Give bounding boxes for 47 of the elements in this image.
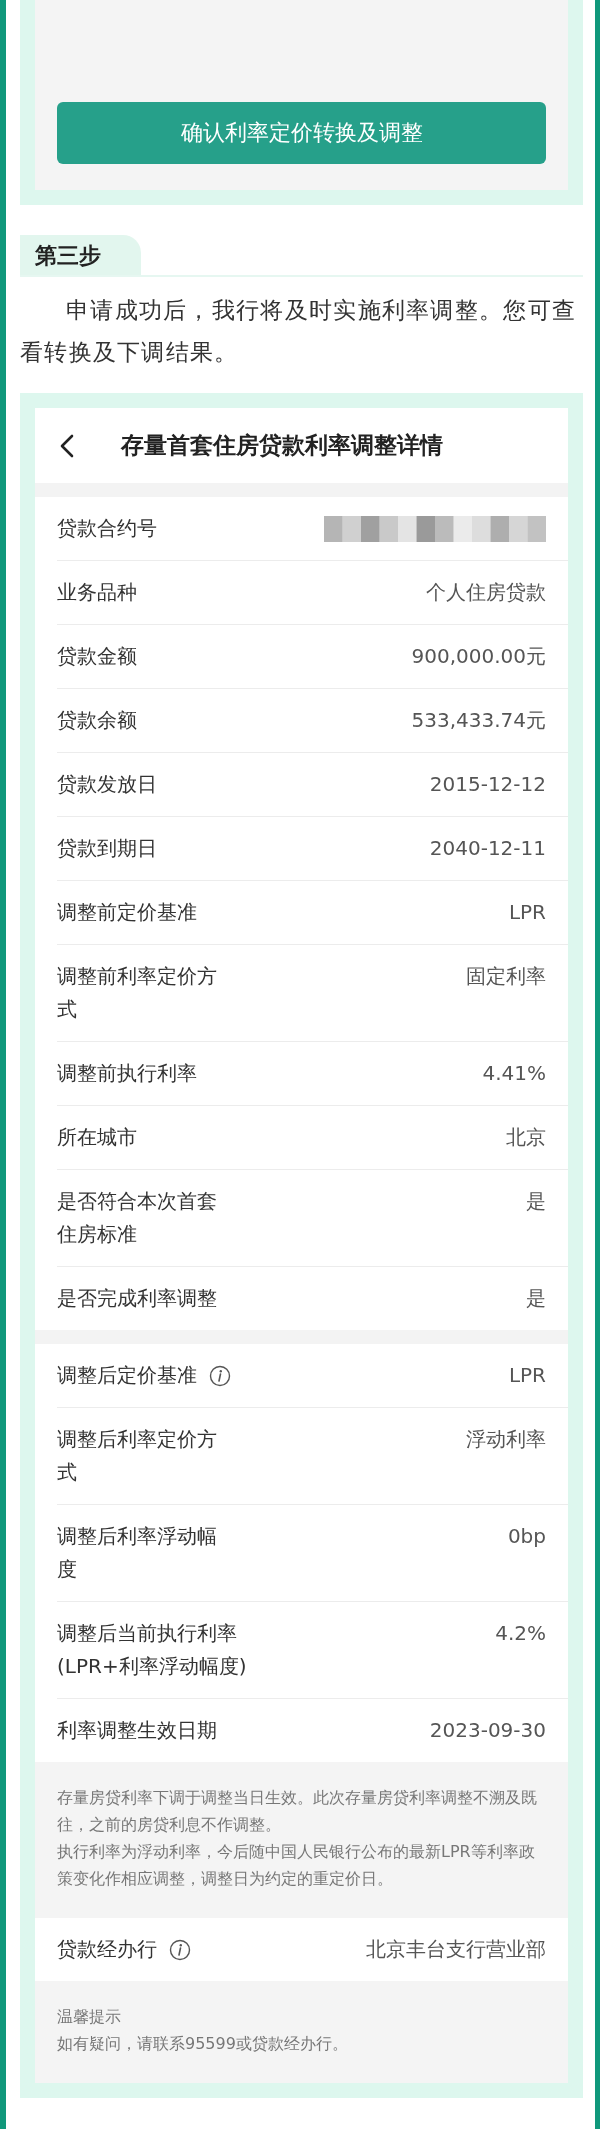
- field-value: 900,000.00元: [411, 643, 546, 670]
- field-label: 利率调整生效日期: [57, 1717, 217, 1744]
- field-label: (LPR+利率浮动幅度): [57, 1653, 247, 1680]
- field-value: LPR: [508, 1362, 546, 1389]
- step-label: 第三步: [20, 235, 141, 275]
- page-title: 存量首套住房贷款利率调整详情: [121, 431, 443, 460]
- field-value: 个人住房贷款: [426, 579, 546, 606]
- field-label: 贷款合约号: [57, 515, 157, 542]
- field-value: 北京: [506, 1124, 546, 1151]
- field-label: 调整后当前执行利率: [57, 1620, 237, 1647]
- note-text: 执行利率为浮动利率，今后随中国人民银行公布的最新LPR等利率政策变化作相应调整，调整日为约定的重定价日。: [57, 1841, 536, 1890]
- field-value: 北京丰台支行营业部: [366, 1936, 546, 1963]
- step-description: 申请成功后，我行将及时实施利率调整。您可查看转换及下调结果。: [20, 296, 578, 367]
- field-label: 调整后利率定价方式: [57, 1426, 218, 1486]
- back-icon[interactable]: [60, 433, 74, 458]
- field-value: 533,433.74元: [411, 707, 546, 734]
- field-label: 业务品种: [57, 579, 137, 606]
- info-icon[interactable]: [209, 1364, 231, 1387]
- field-label: 贷款到期日: [57, 835, 157, 862]
- field-value: 4.2%: [495, 1620, 546, 1647]
- field-label: 是否完成利率调整: [57, 1285, 217, 1312]
- field-value: LPR: [508, 899, 546, 926]
- field-label: 贷款经办行: [57, 1936, 157, 1963]
- note-text: 温馨提示: [57, 2006, 122, 2028]
- field-label: 贷款发放日: [57, 771, 157, 798]
- field-label: 贷款余额: [57, 707, 137, 734]
- field-label: 调整前利率定价方式: [57, 963, 218, 1023]
- field-value: 2040-12-11: [429, 835, 546, 862]
- field-value: 是: [526, 1285, 546, 1312]
- field-value: 0bp: [507, 1523, 546, 1550]
- field-label: 贷款金额: [57, 643, 137, 670]
- field-value: 固定利率: [466, 963, 546, 990]
- field-value: 2015-12-12: [429, 771, 546, 798]
- field-value: 是: [526, 1188, 546, 1215]
- field-value: 浮动利率: [466, 1426, 546, 1453]
- info-icon[interactable]: [169, 1938, 191, 1961]
- field-value: 4.41%: [482, 1060, 546, 1087]
- field-label: 所在城市: [57, 1124, 137, 1151]
- field-value: 2023-09-30: [429, 1717, 546, 1744]
- field-label: 调整前执行利率: [57, 1060, 197, 1087]
- confirm-button[interactable]: 确认利率定价转换及调整: [57, 102, 546, 164]
- note-text: 如有疑问，请联系95599或贷款经办行。: [57, 2033, 349, 2055]
- note-text: 存量房贷利率下调于调整当日生效。此次存量房贷利率调整不溯及既往，之前的房贷利息不作调整。: [57, 1787, 538, 1836]
- field-label: 是否符合本次首套住房标准: [57, 1188, 218, 1248]
- field-label: 调整后定价基准: [57, 1362, 197, 1389]
- field-label: 调整后利率浮动幅度: [57, 1523, 218, 1583]
- field-label: 调整前定价基准: [57, 899, 197, 926]
